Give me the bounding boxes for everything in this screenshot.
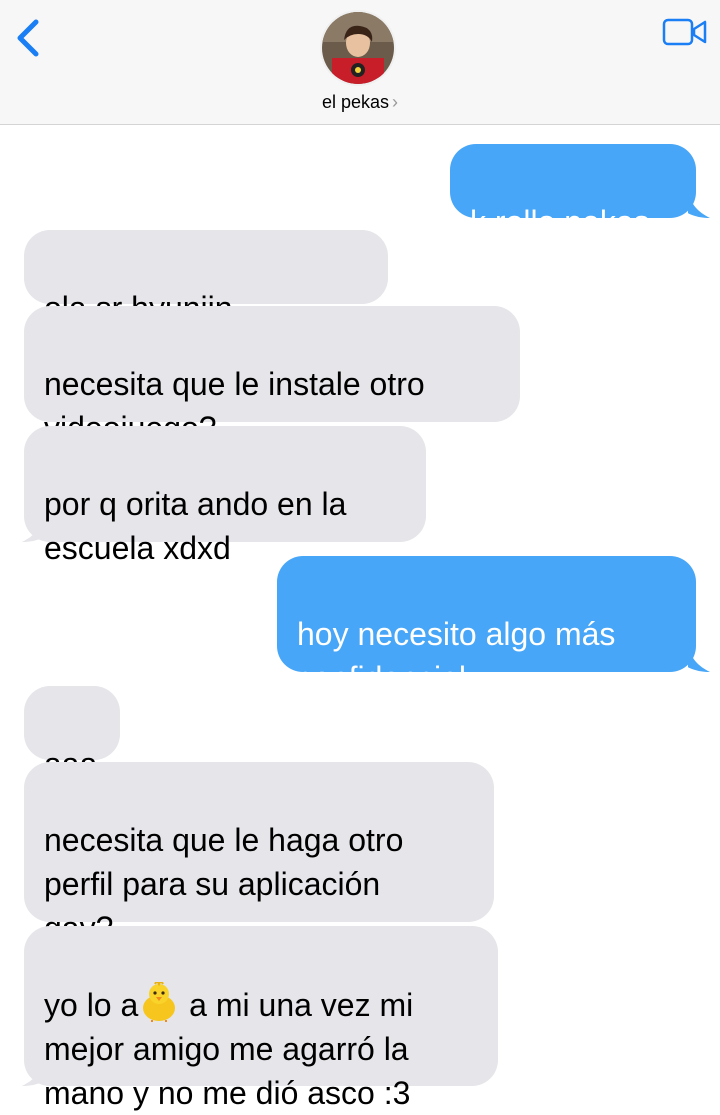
bubble-tail: [688, 190, 710, 218]
back-button[interactable]: [10, 16, 46, 60]
baby-chick-emoji: [143, 982, 176, 1022]
incoming-message-bubble[interactable]: aaa: [24, 686, 120, 782]
contact-name: el pekas: [321, 92, 390, 112]
incoming-message-bubble[interactable]: ola sr hyunjin: [24, 230, 388, 414]
chevron-left-icon: [17, 19, 39, 57]
message-text: hoy necesito algo más confidencial.....: [297, 616, 616, 696]
message-text: k rollo pekas: [470, 204, 650, 240]
incoming-message-bubble[interactable]: yo lo a a mi una vez mi mejor amigo me a…: [24, 926, 498, 1111]
bubble-tail: [688, 644, 710, 672]
avatar-photo: [322, 12, 394, 84]
message-text-before: yo lo a: [44, 987, 139, 1023]
bubble-tail: [22, 1058, 44, 1086]
incoming-message-bubble[interactable]: necesita que le haga otro perfil para su…: [24, 762, 494, 946]
contact-name-link[interactable]: el pekas ›: [0, 92, 720, 113]
bubble-tail: [22, 514, 44, 542]
video-camera-icon: [662, 18, 707, 46]
outgoing-message-bubble[interactable]: hoy necesito algo más confidencial.....: [277, 556, 696, 696]
incoming-message-bubble[interactable]: necesita que le instale otro videojuego?: [24, 306, 520, 446]
conversation-header: el pekas ›: [0, 0, 720, 125]
outgoing-message-bubble[interactable]: k rollo pekas: [450, 144, 696, 240]
chevron-right-icon: ›: [392, 92, 399, 112]
video-call-button[interactable]: [662, 18, 708, 46]
message-text: por q orita ando en la escuela xdxd: [44, 486, 347, 566]
incoming-message-bubble[interactable]: por q orita ando en la escuela xdxd: [24, 426, 426, 566]
contact-avatar[interactable]: [320, 10, 396, 86]
